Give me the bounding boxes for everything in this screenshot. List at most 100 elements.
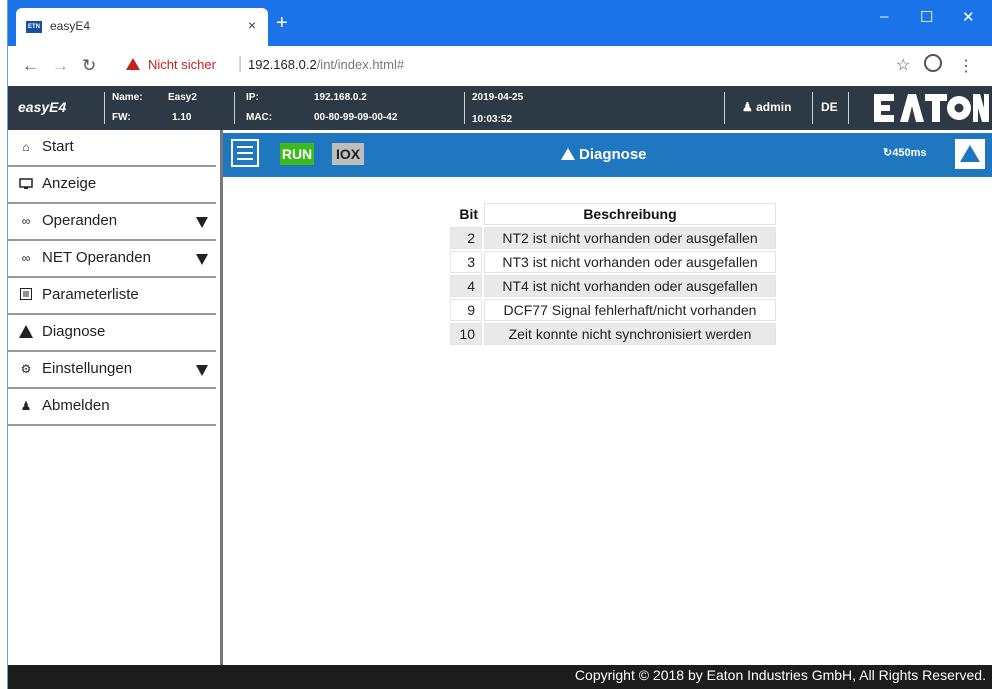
- row-description: NT2 ist nicht vorhanden oder ausgefallen: [484, 227, 776, 249]
- ip-value: 192.168.0.2: [314, 92, 367, 103]
- browser-titlebar: ETN easyE4 × + – ☐ ✕: [8, 0, 992, 46]
- security-label[interactable]: Nicht sicher: [148, 57, 216, 72]
- row-bit: 3: [450, 251, 482, 273]
- home-icon: ⌂: [22, 140, 30, 154]
- copyright-text: Copyright © 2018 by Eaton Industries Gmb…: [574, 667, 986, 683]
- fw-label: FW:: [112, 112, 131, 123]
- name-value: Easy2: [168, 92, 197, 103]
- sidebar-item-operanden[interactable]: ∞ Operanden: [8, 204, 216, 241]
- sidebar-item-label: Anzeige: [42, 175, 97, 192]
- bookmark-star-icon[interactable]: ☆: [896, 55, 910, 75]
- ip-label: IP:: [246, 92, 259, 103]
- row-bit: 4: [450, 275, 482, 297]
- expand-caret-icon[interactable]: [196, 365, 208, 376]
- user-icon: ♟: [20, 399, 32, 413]
- language-selector[interactable]: DE: [821, 100, 838, 114]
- header-divider: [724, 92, 725, 124]
- page-title: Diagnose: [579, 146, 647, 163]
- refresh-value: 450ms: [892, 147, 927, 159]
- run-status-button[interactable]: RUN: [280, 143, 314, 165]
- expand-caret-icon[interactable]: [196, 217, 208, 228]
- time-value: 10:03:52: [472, 114, 513, 125]
- sidebar-item-label: Parameterliste: [42, 286, 139, 303]
- header-divider: [812, 92, 813, 124]
- tab-close-icon[interactable]: ×: [248, 17, 256, 33]
- name-label: Name:: [112, 92, 143, 103]
- new-tab-button[interactable]: +: [276, 13, 288, 33]
- sidebar-item-label: Start: [42, 138, 74, 155]
- hamburger-menu-button[interactable]: [231, 139, 259, 167]
- url-host: 192.168.0.2: [248, 57, 317, 72]
- app-brand: easyE4: [18, 99, 67, 115]
- sidebar-item-label: Operanden: [42, 212, 118, 229]
- url-path: /int/index.html#: [316, 57, 405, 72]
- browser-menu-icon[interactable]: ⋮: [958, 56, 974, 76]
- content-toolbar: RUN IOX Diagnose ↻450ms: [223, 133, 992, 177]
- user-name: admin: [756, 100, 792, 114]
- expand-caret-icon[interactable]: [196, 254, 208, 265]
- eaton-logo: [872, 92, 990, 124]
- warning-icon: [561, 148, 575, 160]
- forward-icon[interactable]: →: [52, 56, 69, 76]
- reload-icon[interactable]: ↻: [82, 56, 96, 76]
- sidebar-item-label: Abmelden: [42, 397, 110, 414]
- back-icon[interactable]: ←: [22, 56, 39, 76]
- close-window-icon[interactable]: ✕: [962, 8, 975, 26]
- row-description: DCF77 Signal fehlerhaft/nicht vorhanden: [484, 299, 776, 321]
- refresh-interval[interactable]: ↻450ms: [883, 146, 926, 159]
- table-row: 2 NT2 ist nicht vorhanden oder ausgefall…: [450, 227, 776, 249]
- eaton-favicon-icon: ETN: [26, 21, 42, 33]
- row-bit: 9: [450, 299, 482, 321]
- profile-icon[interactable]: [924, 54, 942, 72]
- app-header: easyE4 Name: Easy2 FW: 1.10 IP: 192.168.…: [8, 86, 992, 130]
- gear-icon: ⚙: [20, 362, 32, 376]
- sidebar-item-label: NET Operanden: [42, 249, 151, 266]
- sidebar-item-abmelden[interactable]: ♟ Abmelden: [8, 389, 216, 426]
- arrow-up-icon: [960, 145, 980, 162]
- header-divider: [464, 92, 465, 124]
- diagnose-table: Bit Beschreibung 2 NT2 ist nicht vorhand…: [448, 201, 778, 347]
- table-row: 4 NT4 ist nicht vorhanden oder ausgefall…: [450, 275, 776, 297]
- tab-title: easyE4: [50, 19, 91, 33]
- monitor-icon: [19, 177, 33, 191]
- table-row: 9 DCF77 Signal fehlerhaft/nicht vorhande…: [450, 299, 776, 321]
- sidebar-item-net-operanden[interactable]: ∞ NET Operanden: [8, 241, 216, 278]
- minimize-icon[interactable]: –: [880, 8, 888, 25]
- url-field[interactable]: 192.168.0.2/int/index.html#: [248, 57, 404, 72]
- url-separator: |: [238, 55, 243, 72]
- column-header-bit: Bit: [459, 206, 478, 222]
- table-row: 3 NT3 ist nicht vorhanden oder ausgefall…: [450, 251, 776, 273]
- glasses-icon: ∞: [21, 251, 31, 265]
- header-divider: [848, 92, 849, 124]
- sidebar-item-diagnose[interactable]: Diagnose: [8, 315, 216, 352]
- table-header-row: Bit Beschreibung: [450, 203, 776, 225]
- glasses-icon: ∞: [21, 214, 31, 228]
- user-menu[interactable]: ♟ admin: [742, 100, 791, 114]
- fw-value: 1.10: [172, 112, 192, 123]
- row-description: NT3 ist nicht vorhanden oder ausgefallen: [484, 251, 776, 273]
- row-bit: 2: [450, 227, 482, 249]
- list-icon: [19, 288, 33, 302]
- sidebar-item-start[interactable]: ⌂ Start: [8, 130, 216, 167]
- header-divider: [234, 92, 235, 124]
- warning-icon: [19, 325, 33, 339]
- browser-tab[interactable]: ETN easyE4 ×: [16, 8, 268, 46]
- sidebar-item-label: Diagnose: [42, 323, 106, 340]
- scroll-up-button[interactable]: [955, 139, 985, 169]
- sidebar-item-label: Einstellungen: [42, 360, 133, 377]
- header-divider: [104, 92, 105, 124]
- address-bar: ← → ↻ Nicht sicher | 192.168.0.2/int/ind…: [8, 46, 992, 87]
- column-header-description: Beschreibung: [484, 203, 776, 225]
- row-description: NT4 ist nicht vorhanden oder ausgefallen: [484, 275, 776, 297]
- table-row: 10 Zeit konnte nicht synchronisiert werd…: [450, 323, 776, 345]
- sidebar: ⌂ Start Anzeige ∞ Operanden ∞ NET Operan…: [8, 130, 223, 665]
- footer: Copyright © 2018 by Eaton Industries Gmb…: [8, 665, 992, 689]
- maximize-icon[interactable]: ☐: [920, 8, 933, 26]
- row-description: Zeit konnte nicht synchronisiert werden: [484, 323, 776, 345]
- iox-button[interactable]: IOX: [332, 143, 364, 165]
- browser-window: ETN easyE4 × + – ☐ ✕ ← → ↻ Nicht sicher …: [8, 0, 992, 689]
- sidebar-item-einstellungen[interactable]: ⚙ Einstellungen: [8, 352, 216, 389]
- sidebar-item-parameterliste[interactable]: Parameterliste: [8, 278, 216, 315]
- sidebar-item-anzeige[interactable]: Anzeige: [8, 167, 216, 204]
- mac-value: 00-80-99-09-00-42: [314, 112, 398, 123]
